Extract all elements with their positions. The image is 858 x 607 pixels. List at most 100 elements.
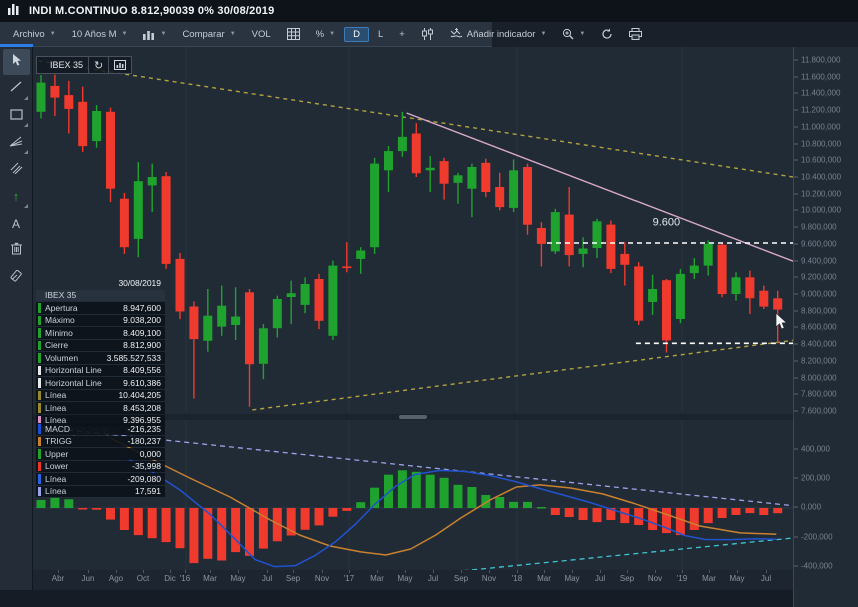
toolbar-button-archivo[interactable]: Archivo ▼ [6, 27, 63, 42]
price-axis-label: 10.400,000 [794, 172, 841, 181]
macd-legend-row: TRIGG -180,237 [36, 435, 165, 447]
info-row: Línea 8.453,208 [36, 402, 165, 414]
refresh-symbol-button[interactable]: ↻ [89, 56, 110, 74]
app-icon [8, 2, 21, 20]
time-axis-label: Nov [314, 574, 330, 583]
fan-icon [9, 134, 23, 152]
trading-platform-window: INDI M.CONTINUO 8.812,90039 0% 30/08/201… [0, 0, 858, 607]
print-icon [629, 28, 643, 40]
window-title: INDI M.CONTINUO 8.812,90039 0% 30/08/201… [29, 5, 275, 17]
trendline-icon [10, 80, 23, 98]
toolbar-button-label: % [315, 28, 325, 40]
chevron-down-icon: ▼ [121, 31, 128, 37]
price-axis[interactable]: 11.800,000 11.600,000 11.400,000 11.200,000… [793, 47, 858, 607]
rectangle-icon [9, 107, 23, 125]
toolbar-button-daily[interactable]: D [344, 26, 369, 42]
time-axis-label: Ago [108, 574, 124, 583]
tool-rectangle[interactable] [3, 103, 30, 129]
time-axis-label: '19 [676, 574, 688, 583]
time-axis-label: Mar [203, 574, 217, 583]
price-axis-label: 8.600,000 [794, 323, 837, 332]
trash-icon [10, 242, 22, 260]
time-axis-label: '18 [511, 574, 523, 583]
info-row: Cierre 8.812,900 [36, 339, 165, 351]
toolbar-button-reload[interactable] [594, 26, 620, 42]
price-axis-label: 7.600,000 [794, 406, 837, 415]
toolbar-button-candles[interactable] [414, 26, 441, 42]
symbol-label: IBEX 35 [50, 60, 84, 70]
macd-legend-panel: MACD -216,235 TRIGG -180,237 Upper 0,000 Lower… [36, 423, 165, 498]
toolbar-button-vol[interactable]: VOL [245, 27, 278, 42]
toolbar-button-grid[interactable] [280, 26, 307, 42]
toolbar-button-chart-type[interactable]: ▼ [136, 27, 173, 42]
price-axis-label: 9.800,000 [794, 223, 837, 232]
tool-parallel[interactable] [3, 157, 30, 183]
chart-settings-button[interactable] [109, 56, 133, 74]
toolbar-button-comparar[interactable]: Comparar ▼ [175, 27, 242, 42]
toolbar-button-label: + [399, 28, 405, 40]
time-axis[interactable]: Abr Jun Ago Oct Dic '16 Mar May Jul Sep Nov '17 Mar M… [0, 570, 826, 607]
toolbar-button-time-range[interactable]: 10 Años M ▼ [65, 27, 135, 42]
time-axis-label: '17 [343, 574, 355, 583]
info-date: 30/08/2019 [118, 277, 161, 288]
price-axis-label: 8.000,000 [794, 373, 837, 382]
price-axis-label: 9.400,000 [794, 256, 837, 265]
price-axis-label: 11.400,000 [794, 89, 840, 98]
tool-text[interactable]: A [3, 211, 30, 237]
toolbar-button-add-indicator[interactable]: Añadir indicador ▼ [443, 26, 554, 42]
toolbar-button-zoom[interactable]: ▼ [555, 26, 592, 42]
macd-legend-row: Línea 17,591 [36, 485, 165, 497]
tool-arrow-up[interactable]: ↑ [3, 184, 30, 210]
chevron-down-icon: ▼ [49, 31, 56, 37]
chart-type-icon [143, 29, 155, 40]
symbol-label-box: IBEX 35 [36, 56, 90, 74]
toolbar: Archivo ▼ 10 Años M ▼ ▼ Comparar ▼ VOL% ▼ D L + Añad… [0, 22, 858, 47]
time-axis-label: Nov [481, 574, 497, 583]
toolbar-strip: Archivo ▼ 10 Años M ▼ ▼ Comparar ▼ VOL% ▼ D L + Añad… [0, 22, 643, 47]
refresh-icon: ↻ [94, 59, 104, 72]
time-axis-label: Sep [619, 574, 635, 583]
reload-icon [601, 28, 613, 40]
info-row: Apertura 8.947,600 [36, 302, 165, 314]
time-axis-label: May [564, 574, 580, 583]
info-row: Horizontal Line 8.409,556 [36, 364, 165, 376]
tool-trendline[interactable] [3, 76, 30, 102]
quote-info-panel: 30/08/2019 IBEX 35 Apertura 8.947,600 Máxi… [36, 277, 165, 427]
time-axis-label: Jul [594, 574, 606, 583]
toolbar-button-label: Archivo [13, 28, 45, 40]
zoom-icon [562, 28, 574, 40]
time-axis-label: Mar [702, 574, 716, 583]
chevron-down-icon: ▼ [160, 31, 167, 37]
splitter-handle[interactable] [399, 415, 427, 419]
toolbar-button-plus[interactable]: + [392, 27, 412, 42]
time-axis-label: Nov [647, 574, 663, 583]
time-axis-label: May [397, 574, 413, 583]
toolbar-button-label: Añadir indicador [466, 28, 536, 40]
macd-legend-row: MACD -216,235 [36, 423, 165, 435]
toolbar-button-label: D [353, 28, 360, 40]
time-axis-label: Dic [164, 574, 176, 583]
time-axis-label: Mar [370, 574, 384, 583]
toolbar-button-linear[interactable]: L [371, 27, 390, 42]
add-indicator-icon [450, 28, 463, 40]
price-axis-label: 8.800,000 [794, 306, 837, 315]
price-axis-label: 10.600,000 [794, 156, 841, 165]
time-axis-label: Sep [285, 574, 301, 583]
macd-axis-label: 200,000 [794, 474, 830, 483]
price-axis-label: 10.800,000 [794, 139, 841, 148]
toolbar-button-percent[interactable]: % ▼ [309, 27, 342, 42]
tool-cursor[interactable] [2, 49, 30, 75]
tool-trash[interactable] [3, 238, 30, 264]
tool-eraser[interactable] [3, 265, 30, 291]
time-axis-label: '16 [179, 574, 191, 583]
tool-fan[interactable] [3, 130, 30, 156]
time-axis-label: Jul [427, 574, 439, 583]
price-axis-label: 10.200,000 [794, 189, 841, 198]
info-row: Volumen 3.585.527,533 [36, 352, 165, 364]
info-row: Línea 10.404,205 [36, 389, 165, 401]
title-bar: INDI M.CONTINUO 8.812,90039 0% 30/08/201… [0, 0, 858, 22]
time-axis-label: Jul [261, 574, 273, 583]
parallel-icon [10, 161, 23, 179]
toolbar-button-print[interactable] [622, 26, 649, 42]
time-axis-label: Jul [760, 574, 772, 583]
